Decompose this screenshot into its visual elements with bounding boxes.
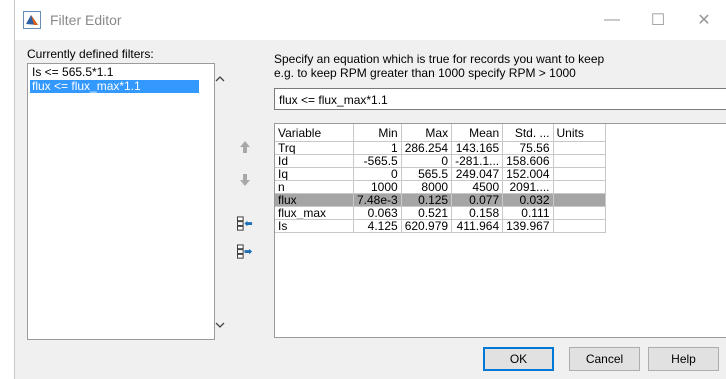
help-button[interactable]: Help <box>648 347 719 371</box>
table-cell[interactable]: 249.047 <box>451 167 504 181</box>
close-icon: ✕ <box>697 12 711 29</box>
table-row[interactable]: flux_max 0.063 0.521 0.158 0.111 <box>275 206 606 220</box>
table-row[interactable]: n 1000 8000 4500 2091.... <box>275 180 606 194</box>
table-cell[interactable]: 0.032 <box>502 193 554 207</box>
column-header[interactable]: Min <box>353 124 402 142</box>
table-cell[interactable]: 0.111 <box>502 206 554 220</box>
window-title: Filter Editor <box>50 12 122 28</box>
minimize-icon: — <box>604 11 620 28</box>
table-cell[interactable] <box>553 219 606 233</box>
maximize-button[interactable]: ☐ <box>635 0 681 40</box>
table-row[interactable]: Is 4.125 620.979 411.964 139.967 <box>275 219 606 233</box>
add-filter-button[interactable] <box>237 244 253 260</box>
minimize-button[interactable]: — <box>589 0 635 40</box>
arrow-down-icon <box>240 174 250 186</box>
table-cell[interactable]: 1 <box>353 141 402 155</box>
table-cell[interactable]: 565.5 <box>401 167 453 181</box>
instruction-line-2: e.g. to keep RPM greater than 1000 speci… <box>274 66 576 80</box>
filters-label: Currently defined filters: <box>27 47 154 61</box>
ok-button[interactable]: OK <box>483 347 554 371</box>
scroll-up-icon[interactable] <box>214 72 226 84</box>
column-header[interactable]: Max <box>401 124 453 142</box>
table-cell[interactable]: 4500 <box>451 180 504 194</box>
table-cell[interactable]: 152.004 <box>502 167 554 181</box>
remove-filter-button[interactable] <box>237 216 253 232</box>
table-cell[interactable]: Id <box>275 154 354 168</box>
table-row[interactable]: Iq 0 565.5 249.047 152.004 <box>275 167 606 181</box>
table-cell[interactable] <box>553 167 606 181</box>
filter-editor-window: Filter Editor — ☐ ✕ Currently defined fi… <box>14 0 726 379</box>
close-button[interactable]: ✕ <box>681 0 726 40</box>
variable-table[interactable]: Variable Min Max Mean Std. ... Units Trq… <box>274 123 726 338</box>
table-cell[interactable]: 0 <box>401 154 453 168</box>
table-cell[interactable]: Trq <box>275 141 354 155</box>
table-cell[interactable] <box>553 141 606 155</box>
instruction-line-1: Specify an equation which is true for re… <box>274 52 605 66</box>
maximize-icon: ☐ <box>650 12 666 29</box>
table-cell[interactable]: 2091.... <box>502 180 554 194</box>
table-cell[interactable]: flux <box>275 193 354 207</box>
move-up-button[interactable] <box>237 139 253 155</box>
table-cell[interactable] <box>553 180 606 194</box>
table-cell[interactable]: -281.1... <box>451 154 504 168</box>
table-cell[interactable]: 158.606 <box>502 154 554 168</box>
column-header[interactable]: Std. ... <box>502 124 554 142</box>
table-cell[interactable]: 139.967 <box>502 219 554 233</box>
table-cell[interactable]: 8000 <box>401 180 453 194</box>
table-cell[interactable] <box>553 193 606 207</box>
table-cell[interactable]: Is <box>275 219 354 233</box>
table-cell[interactable]: 0.521 <box>401 206 453 220</box>
table-cell[interactable]: flux_max <box>275 206 354 220</box>
table-cell[interactable]: 0.063 <box>353 206 402 220</box>
table-cell[interactable]: 1000 <box>353 180 402 194</box>
table-cell[interactable] <box>553 206 606 220</box>
table-row[interactable]: flux 7.48e-3 0.125 0.077 0.032 <box>275 193 606 207</box>
filter-item[interactable]: Is <= 565.5*1.1 <box>30 66 115 79</box>
table-cell[interactable]: 411.964 <box>451 219 504 233</box>
remove-filter-icon <box>237 216 253 231</box>
filter-item-selected[interactable]: flux <= flux_max*1.1 <box>30 80 199 93</box>
table-cell[interactable]: 0.077 <box>451 193 504 207</box>
table-cell[interactable]: 75.56 <box>502 141 554 155</box>
table-cell[interactable]: 0.158 <box>451 206 504 220</box>
column-header[interactable]: Mean <box>451 124 504 142</box>
filter-list[interactable]: Is <= 565.5*1.1 flux <= flux_max*1.1 <box>27 63 225 340</box>
table-cell[interactable]: 0 <box>353 167 402 181</box>
move-down-button[interactable] <box>237 172 253 188</box>
table-cell[interactable]: 0.125 <box>401 193 453 207</box>
table-header-row: Variable Min Max Mean Std. ... Units <box>275 124 606 142</box>
arrow-up-icon <box>240 141 250 153</box>
table-cell[interactable]: -565.5 <box>353 154 402 168</box>
table-row[interactable]: Trq 1 286.254 143.165 75.56 <box>275 141 606 155</box>
title-bar[interactable]: Filter Editor — ☐ ✕ <box>15 0 726 40</box>
column-header[interactable]: Variable <box>275 124 354 142</box>
column-header[interactable]: Units <box>553 124 606 142</box>
table-cell[interactable]: Iq <box>275 167 354 181</box>
equation-input[interactable]: flux <= flux_max*1.1 <box>274 88 726 110</box>
table-cell[interactable]: 7.48e-3 <box>353 193 402 207</box>
matlab-icon <box>23 11 41 29</box>
scroll-down-icon[interactable] <box>214 319 226 331</box>
table-cell[interactable]: 286.254 <box>401 141 453 155</box>
table-cell[interactable]: 4.125 <box>353 219 402 233</box>
table-cell[interactable]: n <box>275 180 354 194</box>
table-row[interactable]: Id -565.5 0 -281.1... 158.606 <box>275 154 606 168</box>
cancel-button[interactable]: Cancel <box>569 347 640 371</box>
table-cell[interactable] <box>553 154 606 168</box>
table-cell[interactable]: 143.165 <box>451 141 504 155</box>
table-cell[interactable]: 620.979 <box>401 219 453 233</box>
add-filter-icon <box>237 244 253 259</box>
